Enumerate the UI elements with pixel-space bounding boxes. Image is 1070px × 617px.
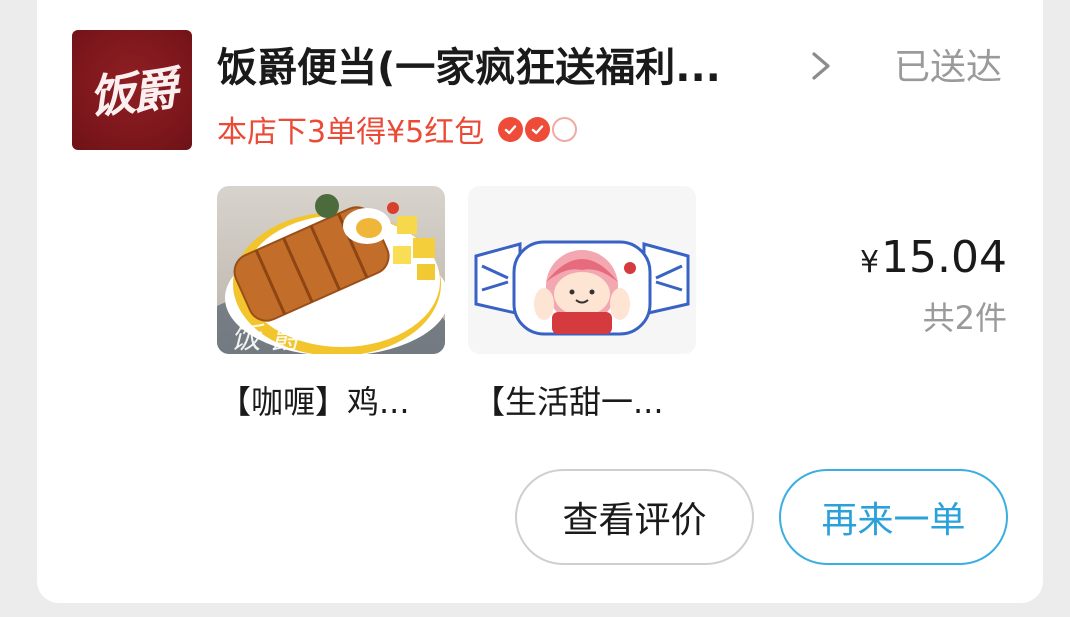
registered-mark: ® bbox=[169, 66, 178, 76]
view-review-button[interactable]: 查看评价 bbox=[515, 469, 754, 565]
item-image-curry[interactable]: 饭 爵 bbox=[217, 186, 445, 354]
item-image-candy[interactable] bbox=[468, 186, 696, 354]
shop-logo[interactable]: 饭爵 ® bbox=[72, 30, 192, 150]
shop-logo-text: 饭爵 bbox=[86, 61, 178, 125]
promo-text: 本店下3单得¥5红包 bbox=[217, 115, 485, 150]
svg-text:饭 爵: 饭 爵 bbox=[231, 321, 304, 354]
check-icon bbox=[498, 116, 524, 142]
chevron-right-icon[interactable] bbox=[806, 48, 836, 84]
promo-row: 本店下3单得¥5红包 bbox=[217, 106, 579, 152]
price-value: 15.04 bbox=[881, 232, 1007, 283]
item-count: 共2件 bbox=[922, 299, 1007, 337]
order-progress bbox=[498, 116, 579, 142]
check-icon bbox=[525, 116, 551, 142]
reorder-button[interactable]: 再来一单 bbox=[779, 469, 1008, 565]
shop-name[interactable]: 饭爵便当(一家疯狂送福利... bbox=[217, 38, 777, 98]
currency-symbol: ¥ bbox=[859, 245, 880, 280]
empty-circle-icon bbox=[552, 116, 578, 142]
order-total: ¥ 15.04 bbox=[860, 232, 1007, 283]
item-name: 【咖喱】鸡... bbox=[219, 383, 410, 421]
order-status: 已送达 bbox=[894, 47, 1003, 88]
item-name: 【生活甜一... bbox=[473, 383, 664, 421]
